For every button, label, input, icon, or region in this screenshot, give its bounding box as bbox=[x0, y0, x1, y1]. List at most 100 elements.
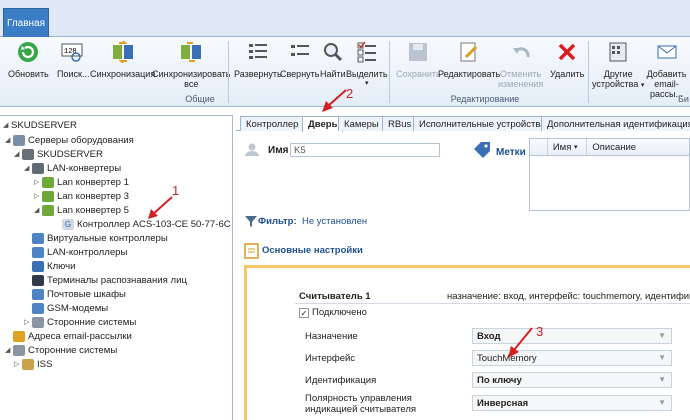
key-icon bbox=[32, 260, 44, 272]
tree-root[interactable]: ◢ SKUDSERVER bbox=[3, 118, 77, 132]
tree-item-servers[interactable]: ◢ Серверы оборудования bbox=[5, 133, 134, 147]
marker-3: 3 bbox=[536, 324, 544, 339]
row-label-purpose: Назначение bbox=[305, 331, 358, 342]
divider bbox=[295, 303, 690, 304]
tree-item-skudserver[interactable]: ◢ SKUDSERVER bbox=[14, 147, 103, 161]
detail-tabs: Контроллер Дверь Камеры RBus Исполнитель… bbox=[236, 115, 690, 132]
tree-item-face-terminals[interactable]: Терминалы распознавания лиц bbox=[24, 273, 187, 287]
reader-description: назначение: вход, интерфейс: touchmemory… bbox=[447, 291, 690, 302]
converter-icon bbox=[42, 176, 54, 188]
tree-item-lan-controllers[interactable]: LAN-контроллеры bbox=[24, 245, 127, 259]
modem-icon bbox=[32, 302, 44, 314]
expand-icon[interactable]: ◢ bbox=[14, 150, 22, 158]
tree-item-third-party-root[interactable]: ◢ Сторонние системы bbox=[5, 343, 117, 357]
reader-title: Считыватель 1 bbox=[299, 291, 371, 302]
delete-button[interactable]: Удалить bbox=[550, 40, 584, 79]
column-description[interactable]: Описание bbox=[587, 139, 689, 155]
tree-item-keys[interactable]: Ключи bbox=[24, 259, 76, 273]
expand-icon[interactable]: ◢ bbox=[5, 136, 13, 144]
tree-item-lan-converter-5[interactable]: ◢ Lan конвертер 5 bbox=[34, 203, 129, 217]
sync-all-icon bbox=[179, 40, 203, 64]
chevron-down-icon: ▼ bbox=[658, 398, 666, 407]
expand-icon[interactable]: ◢ bbox=[3, 121, 11, 129]
tree-item-gsm-modems[interactable]: GSM-модемы bbox=[24, 301, 108, 315]
tab-extra-identification[interactable]: Дополнительная идентификация bbox=[541, 116, 690, 131]
system-icon bbox=[32, 316, 44, 328]
sync-all-button[interactable]: Синхронизировать все bbox=[152, 40, 230, 89]
chevron-down-icon: ▾ bbox=[573, 144, 578, 151]
group-label-cut: Би bbox=[678, 94, 689, 104]
connected-checkbox[interactable]: ✓ Подключено bbox=[299, 307, 367, 318]
polarity-select[interactable]: Инверсная ▼ bbox=[472, 395, 672, 411]
tree-item-virtual-controllers[interactable]: Виртуальные контроллеры bbox=[24, 231, 168, 245]
tree-item-mail-lockers[interactable]: Почтовые шкафы bbox=[24, 287, 126, 301]
email-icon bbox=[13, 330, 25, 342]
tree-item-lan-converter-3[interactable]: ▷ Lan конвертер 3 bbox=[34, 189, 129, 203]
edit-button[interactable]: Редактировать bbox=[438, 40, 500, 79]
collapsed-icon[interactable]: ▷ bbox=[34, 178, 42, 186]
select-button[interactable]: Выделить ▾ bbox=[346, 40, 388, 89]
equipment-tree: ◢ SKUDSERVER ◢ Серверы оборудования ◢ SK… bbox=[0, 115, 233, 420]
collapsed-icon[interactable]: ▷ bbox=[14, 360, 22, 368]
sync-button[interactable]: Синхронизация bbox=[90, 40, 155, 79]
group-label-common: Общие bbox=[185, 94, 215, 104]
add-email-button[interactable]: Добавить email-рассы... bbox=[643, 40, 690, 99]
tree-item-email-addresses[interactable]: Адреса email-рассылки bbox=[5, 329, 132, 343]
converter-icon bbox=[42, 204, 54, 216]
name-label: Имя bbox=[268, 145, 289, 156]
collapse-button[interactable]: Свернуть bbox=[280, 40, 319, 79]
chevron-down-icon: ▼ bbox=[658, 353, 666, 362]
controller-icon bbox=[32, 232, 44, 244]
edit-icon bbox=[457, 40, 481, 64]
tab-rbus[interactable]: RBus bbox=[382, 116, 418, 131]
row-label-interface: Интерфейс bbox=[305, 353, 356, 364]
collapsed-icon[interactable]: ▷ bbox=[34, 192, 42, 200]
find-button[interactable]: Найти bbox=[320, 40, 346, 79]
email-icon bbox=[655, 40, 679, 64]
tags-label: Метки bbox=[496, 147, 526, 158]
tree-item-third-party[interactable]: ▷ Сторонние системы bbox=[24, 315, 136, 329]
red-arrow-2 bbox=[322, 89, 347, 112]
refresh-button[interactable]: Обновить bbox=[8, 40, 49, 79]
collapsed-icon[interactable]: ▷ bbox=[24, 318, 32, 326]
tags-grid[interactable]: Имя ▾ Описание bbox=[529, 138, 690, 211]
name-input[interactable]: K5 bbox=[290, 143, 440, 157]
filter-value[interactable]: Не установлен bbox=[302, 216, 367, 227]
expand-icon[interactable]: ◢ bbox=[5, 346, 13, 354]
check-icon: ✓ bbox=[299, 307, 309, 318]
undo-icon bbox=[509, 40, 533, 64]
filter-label: Фильтр: bbox=[258, 216, 297, 227]
terminal-icon bbox=[32, 274, 44, 286]
checklist-icon bbox=[355, 40, 379, 64]
controller-icon bbox=[32, 246, 44, 258]
expand-icon[interactable]: ◢ bbox=[34, 206, 42, 214]
undo-button[interactable]: Отменить изменения bbox=[498, 40, 543, 89]
other-devices-button[interactable]: Другие устройства ▾ bbox=[592, 40, 644, 91]
tag-icon bbox=[474, 142, 490, 158]
tree-item-lan-converter-1[interactable]: ▷ Lan конвертер 1 bbox=[34, 175, 129, 189]
search-button[interactable]: 128 Поиск... bbox=[57, 40, 89, 79]
red-arrow-1 bbox=[148, 196, 173, 219]
collapse-icon bbox=[288, 40, 312, 64]
save-button[interactable]: Сохранить bbox=[396, 40, 441, 79]
expand-button[interactable]: Развернуть bbox=[234, 40, 282, 79]
tree-item-lan-converters[interactable]: ◢ LAN-конвертеры bbox=[24, 161, 121, 175]
floppy-icon bbox=[406, 40, 430, 64]
server-icon bbox=[13, 134, 25, 146]
identification-select[interactable]: По ключу ▼ bbox=[472, 372, 672, 388]
locker-icon bbox=[32, 288, 44, 300]
section-title: Основные настройки bbox=[262, 245, 363, 256]
chevron-down-icon: ▾ bbox=[365, 80, 369, 87]
column-name[interactable]: Имя ▾ bbox=[548, 139, 588, 155]
tab-main[interactable]: Главная bbox=[3, 8, 49, 37]
sync-icon bbox=[111, 40, 135, 64]
expand-icon[interactable]: ◢ bbox=[24, 164, 32, 172]
tab-actuators[interactable]: Исполнительные устройства bbox=[413, 116, 552, 131]
tab-cameras[interactable]: Камеры bbox=[338, 116, 385, 131]
red-arrow-3 bbox=[508, 327, 533, 358]
group-separator bbox=[228, 41, 229, 103]
search-icon: 128 bbox=[61, 40, 85, 64]
tree-item-iss[interactable]: ▷ ISS bbox=[14, 357, 52, 371]
tab-controller[interactable]: Контроллер bbox=[240, 116, 305, 131]
controller-icon: G bbox=[62, 218, 74, 230]
